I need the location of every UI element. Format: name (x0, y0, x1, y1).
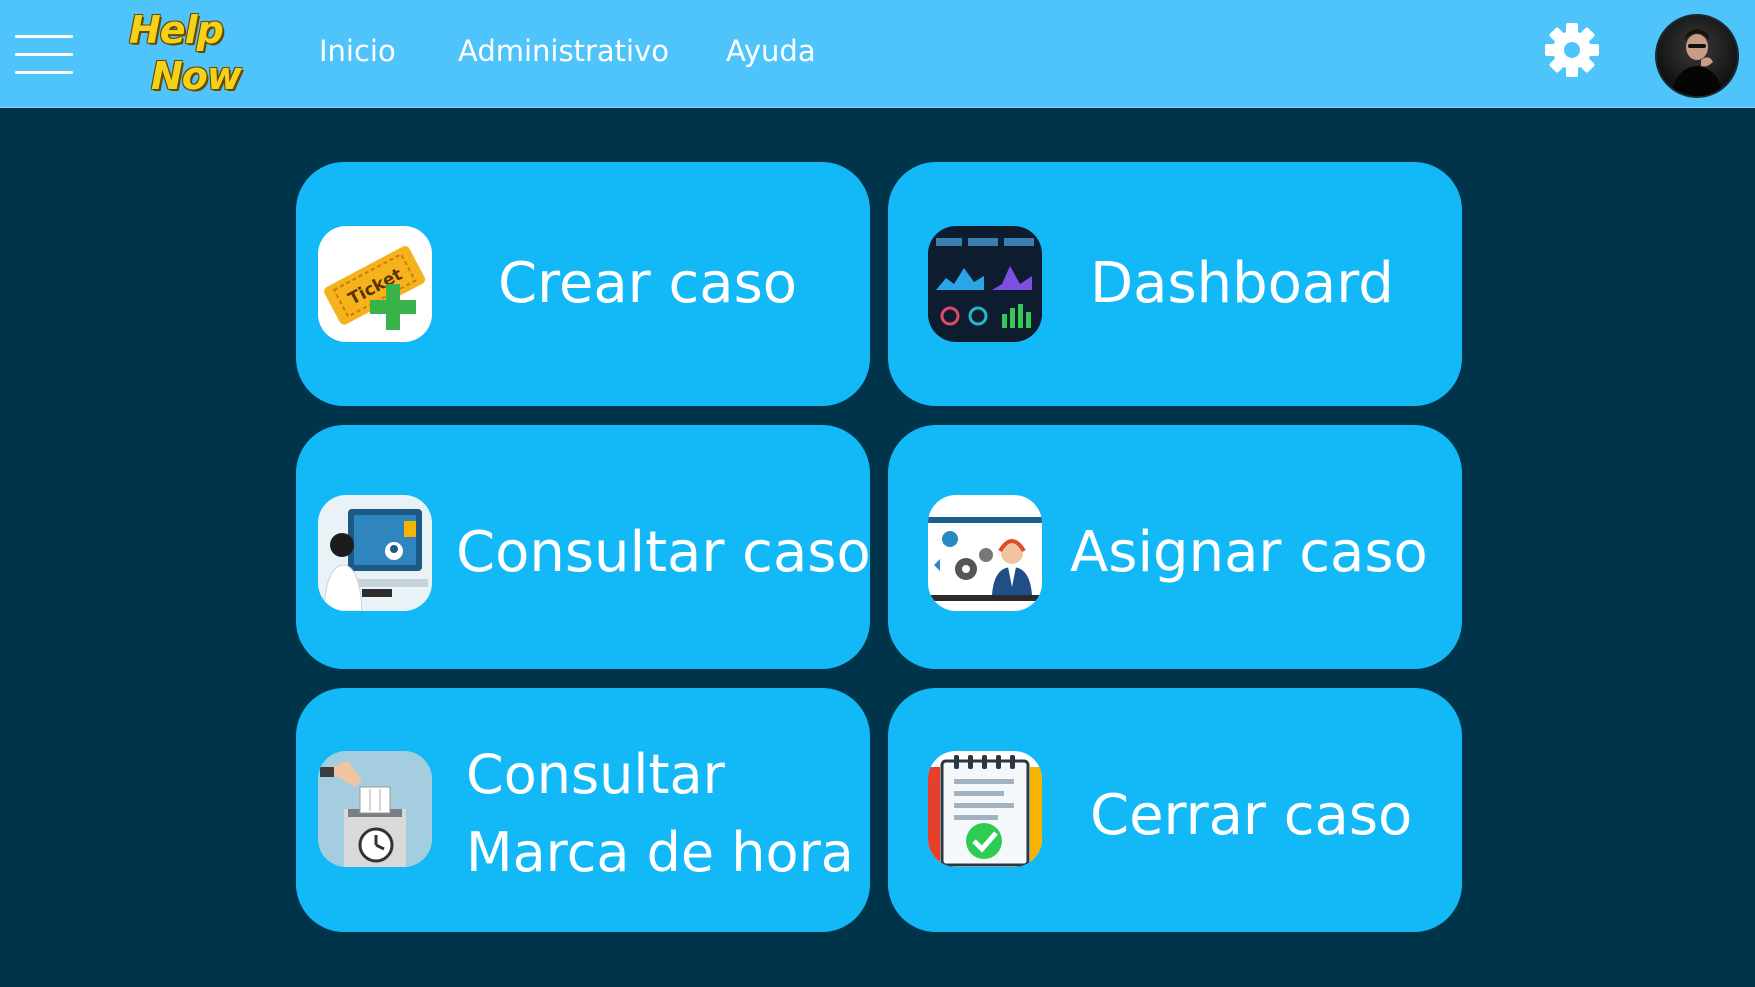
consult-case-icon (318, 495, 432, 611)
gear-icon[interactable] (1543, 21, 1601, 79)
tile-label: Consultar caso (456, 520, 871, 585)
user-avatar[interactable] (1655, 14, 1739, 98)
dashboard-icon (928, 226, 1042, 342)
ticket-plus-icon: Ticket (318, 226, 432, 342)
crear-caso-button[interactable]: Ticket Crear caso (296, 162, 870, 406)
hamburger-line (15, 53, 73, 56)
nav-ayuda[interactable]: Ayuda (726, 29, 816, 73)
nav-administrativo[interactable]: Administrativo (458, 29, 669, 73)
tile-label: Asignar caso (1070, 520, 1428, 585)
hamburger-line (15, 35, 73, 38)
top-bar: Help Now Inicio Administrativo Ayuda (0, 0, 1755, 108)
tile-label-line1: Consultar (466, 743, 725, 806)
person-icon (1671, 29, 1723, 96)
logo-word-now: Now (151, 54, 242, 98)
tile-label: Crear caso (498, 251, 798, 316)
hamburger-line (15, 71, 73, 74)
nav-inicio[interactable]: Inicio (319, 29, 396, 73)
consultar-marca-de-hora-button[interactable]: Consultar Marca de hora (296, 688, 870, 932)
tile-label: Dashboard (1090, 251, 1394, 316)
logo-word-help: Help (129, 8, 224, 52)
assign-case-icon (928, 495, 1042, 611)
hamburger-menu-icon[interactable] (15, 33, 73, 77)
cerrar-caso-button[interactable]: Cerrar caso (888, 688, 1462, 932)
dashboard-button[interactable]: Dashboard (888, 162, 1462, 406)
tile-label: Cerrar caso (1090, 783, 1413, 848)
help-now-logo[interactable]: Help Now (125, 8, 260, 103)
asignar-caso-button[interactable]: Asignar caso (888, 425, 1462, 669)
consultar-caso-button[interactable]: Consultar caso (296, 425, 871, 669)
tile-label-line2: Marca de hora (466, 821, 854, 884)
close-case-checklist-icon (928, 751, 1042, 867)
time-clock-icon (318, 751, 432, 867)
